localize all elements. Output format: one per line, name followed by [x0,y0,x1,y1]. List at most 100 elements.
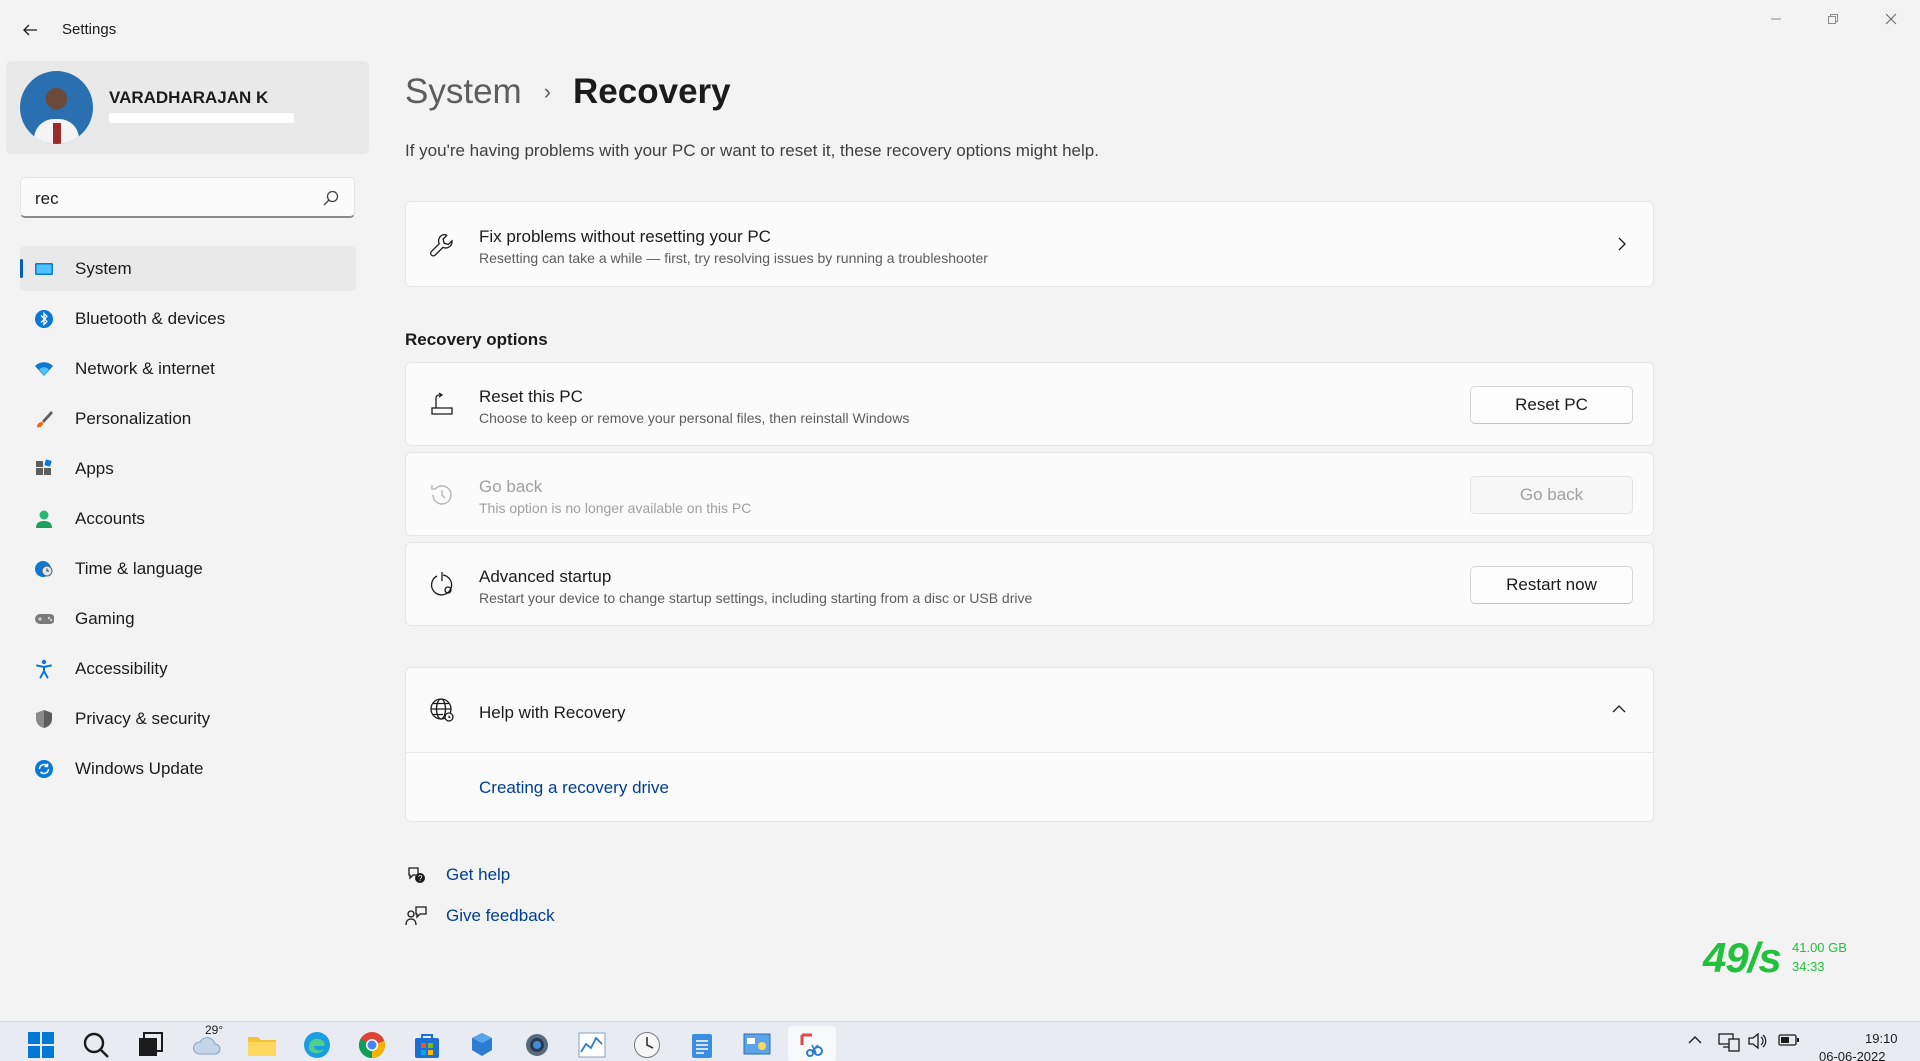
creating-recovery-drive-link[interactable]: Creating a recovery drive [479,778,669,798]
taskbar-snipping-tool[interactable] [797,1030,827,1060]
taskbar-clock-time[interactable]: 19:10 [1865,1031,1898,1046]
sidebar-item-system[interactable]: System [20,246,356,291]
help-expander-header[interactable]: Help with Recovery [406,668,1653,752]
svg-text:?: ? [418,874,423,883]
scissors-icon [800,1033,823,1057]
taskbar-control-panel[interactable] [742,1030,772,1060]
section-heading: Recovery options [405,330,548,349]
gear-icon [526,1034,548,1056]
search-input[interactable]: rec [35,189,59,209]
advanced-startup-card: Advanced startup Restart your device to … [405,542,1654,626]
taskbar-settings[interactable] [522,1030,552,1060]
sidebar-item-time-language[interactable]: Time & language [20,546,356,591]
sidebar-item-network[interactable]: Network & internet [20,346,356,391]
page-description: If you're having problems with your PC o… [405,141,1099,160]
get-help-icon: ? [405,864,427,886]
taskbar-chart-app[interactable] [577,1030,607,1060]
windows-logo-icon [28,1032,54,1058]
reset-pc-card: Reset this PC Choose to keep or remove y… [405,362,1654,446]
cubes-icon [472,1033,492,1056]
sidebar-item-accessibility[interactable]: Accessibility [20,646,356,691]
sidebar-item-privacy[interactable]: Privacy & security [20,696,356,741]
history-icon [428,481,456,509]
sidebar-item-windows-update[interactable]: Windows Update [20,746,356,791]
chevron-up-icon[interactable] [1687,1032,1703,1048]
bluetooth-icon [34,309,54,329]
go-back-card: Go back This option is no longer availab… [405,452,1654,536]
minimize-icon [1771,18,1781,20]
taskbar-store[interactable] [412,1030,442,1060]
restore-icon [1828,14,1838,24]
apps-icon [34,458,54,479]
sidebar-nav: System Bluetooth & devices Network & int… [20,246,356,796]
store-icon [415,1034,439,1058]
volume-icon[interactable] [1747,1032,1767,1050]
chrome-icon [358,1032,385,1059]
sidebar-item-label: Gaming [75,608,135,628]
breadcrumb-system[interactable]: System [405,72,522,112]
sidebar-item-accounts[interactable]: Accounts [20,496,356,541]
chevron-right-icon [1618,237,1626,251]
sidebar-item-label: Network & internet [75,358,215,378]
sidebar-item-apps[interactable]: Apps [20,446,356,491]
taskbar-notepad[interactable] [687,1030,717,1060]
network-icon[interactable] [1718,1032,1740,1052]
search-icon[interactable] [322,189,340,207]
task-view-button[interactable] [136,1030,166,1060]
notepad-icon [692,1034,712,1058]
card-title: Go back [479,477,543,496]
page-title: Recovery [573,72,731,111]
sidebar-item-label: Personalization [75,408,192,428]
sidebar-item-bluetooth[interactable]: Bluetooth & devices [20,296,356,341]
net-total: 41.00 GB [1792,940,1847,955]
card-subtitle: Resetting can take a while — first, try … [479,250,988,266]
search-box[interactable]: rec [20,177,355,218]
wrench-icon [428,231,456,259]
start-button[interactable] [26,1030,56,1060]
sidebar-item-label: Bluetooth & devices [75,308,226,328]
chart-icon [578,1032,606,1058]
taskbar-file-explorer[interactable] [247,1030,277,1060]
edge-icon [304,1032,330,1058]
accessibility-icon [34,659,54,679]
taskbar-search-button[interactable] [81,1030,111,1060]
task-view-icon [139,1032,163,1056]
folder-icon [248,1037,276,1056]
divider [406,752,1653,753]
taskbar-chrome[interactable] [357,1030,387,1060]
sidebar-item-label: Accounts [75,508,145,528]
reset-pc-button[interactable]: Reset PC [1470,386,1633,424]
control-panel-icon [743,1033,771,1055]
close-button[interactable] [1868,6,1914,32]
globe-clock-icon [34,559,54,579]
clock-icon [634,1032,660,1058]
restore-button[interactable] [1810,6,1856,32]
chevron-up-icon[interactable] [1611,704,1627,714]
net-time: 34:33 [1792,959,1825,974]
sidebar-item-label: Accessibility [75,658,168,678]
taskbar-edge[interactable] [302,1030,332,1060]
fix-problems-card[interactable]: Fix problems without resetting your PC R… [405,201,1654,287]
profile-name: VARADHARAJAN K [109,88,269,107]
sidebar-item-label: Apps [75,458,114,478]
minimize-button[interactable] [1753,6,1799,32]
taskbar-app-blue-cubes[interactable] [467,1030,497,1060]
restart-now-button[interactable]: Restart now [1470,566,1633,604]
net-speed: 49/s [1703,934,1782,981]
card-subtitle: Choose to keep or remove your personal f… [479,410,910,426]
taskbar-clock-date[interactable]: 06-06-2022 [1819,1049,1886,1061]
feedback-icon [405,905,427,927]
back-button[interactable] [14,14,46,46]
give-feedback-link[interactable]: Give feedback [405,905,555,927]
taskbar-clock-app[interactable] [632,1030,662,1060]
sidebar-item-gaming[interactable]: Gaming [20,596,356,641]
sidebar-item-personalization[interactable]: Personalization [20,396,356,441]
get-help-link[interactable]: ? Get help [405,864,510,886]
give-feedback-label: Give feedback [446,906,555,925]
app-title: Settings [62,21,117,38]
battery-icon[interactable] [1778,1032,1800,1048]
avatar [20,71,93,144]
user-profile[interactable]: VARADHARAJAN K [6,61,369,154]
weather-temp: 29° [205,1023,224,1037]
get-help-label: Get help [446,865,511,884]
